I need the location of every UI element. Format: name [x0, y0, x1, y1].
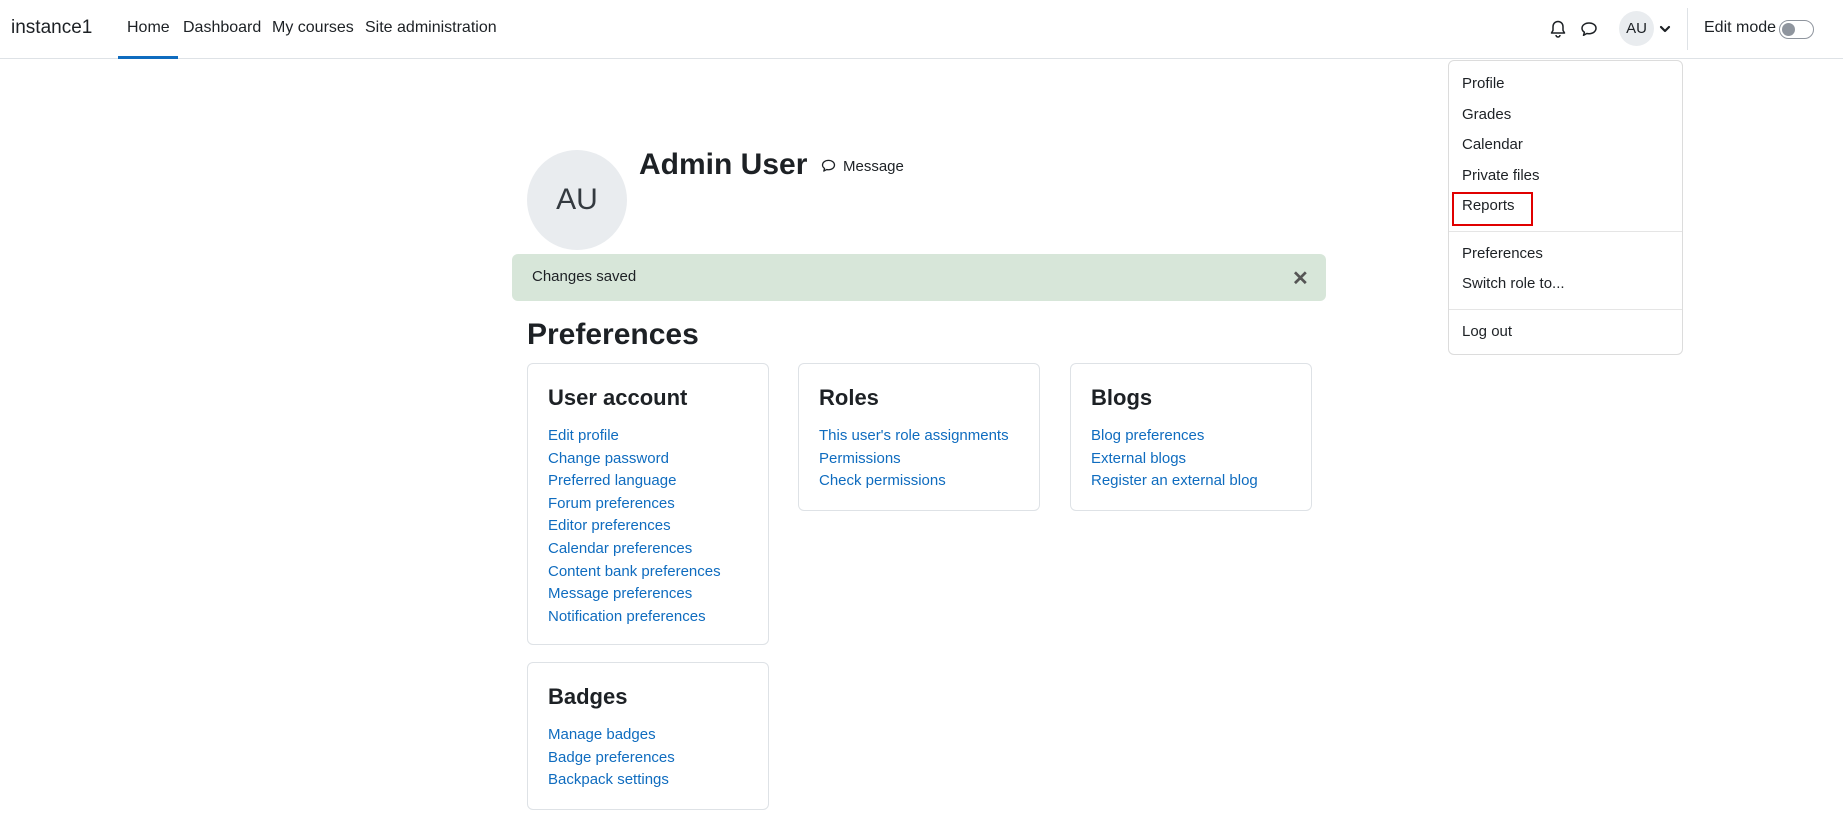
link-content-bank-preferences[interactable]: Content bank preferences: [548, 561, 721, 584]
card-title: Blogs: [1091, 385, 1153, 410]
card-title: Badges: [548, 684, 628, 709]
profile-user-name: Admin User: [639, 148, 808, 181]
menu-item-private-files[interactable]: Private files: [1462, 167, 1540, 184]
nav-home[interactable]: Home: [118, 19, 178, 59]
site-brand[interactable]: instance1: [11, 17, 92, 39]
toggle-knob: [1782, 23, 1795, 36]
link-calendar-preferences[interactable]: Calendar preferences: [548, 538, 721, 561]
nav-my-courses[interactable]: My courses: [272, 19, 354, 37]
top-navbar: instance1 Home Dashboard My courses Site…: [0, 0, 1843, 59]
message-button[interactable]: Message: [820, 158, 904, 175]
card-title: Roles: [819, 385, 879, 410]
link-preferred-language[interactable]: Preferred language: [548, 470, 721, 493]
card-user-account: User account Edit profile Change passwor…: [527, 363, 769, 645]
link-edit-profile[interactable]: Edit profile: [548, 425, 721, 448]
link-manage-badges[interactable]: Manage badges: [548, 724, 675, 747]
close-icon[interactable]: ✕: [1292, 266, 1309, 291]
profile-avatar: AU: [527, 150, 627, 250]
link-change-password[interactable]: Change password: [548, 448, 721, 471]
user-menu-dropdown: Profile Grades Calendar Private files Re…: [1448, 60, 1683, 355]
link-register-external-blog[interactable]: Register an external blog: [1091, 470, 1258, 493]
card-roles: Roles This user's role assignments Permi…: [798, 363, 1040, 511]
bell-icon[interactable]: [1548, 19, 1568, 39]
link-permissions[interactable]: Permissions: [819, 448, 1009, 471]
user-avatar-button[interactable]: AU: [1619, 11, 1654, 46]
menu-item-preferences[interactable]: Preferences: [1462, 245, 1543, 262]
success-alert: Changes saved ✕: [512, 254, 1326, 301]
menu-item-switch-role[interactable]: Switch role to...: [1462, 275, 1565, 292]
link-external-blogs[interactable]: External blogs: [1091, 448, 1258, 471]
edit-mode-label: Edit mode: [1704, 19, 1777, 36]
message-bubble-icon: [821, 159, 836, 172]
menu-divider: [1449, 231, 1682, 232]
link-blog-preferences[interactable]: Blog preferences: [1091, 425, 1258, 448]
link-message-preferences[interactable]: Message preferences: [548, 583, 721, 606]
chevron-down-icon[interactable]: [1658, 22, 1672, 36]
link-check-permissions[interactable]: Check permissions: [819, 470, 1009, 493]
edit-mode-toggle[interactable]: [1779, 20, 1814, 39]
menu-item-calendar[interactable]: Calendar: [1462, 136, 1523, 153]
menu-item-log-out[interactable]: Log out: [1462, 323, 1512, 340]
navbar-divider: [1687, 8, 1688, 50]
alert-message: Changes saved: [532, 268, 637, 285]
link-forum-preferences[interactable]: Forum preferences: [548, 493, 721, 516]
nav-site-administration[interactable]: Site administration: [365, 19, 497, 37]
link-backpack-settings[interactable]: Backpack settings: [548, 769, 675, 792]
message-label: Message: [843, 158, 904, 175]
card-blogs: Blogs Blog preferences External blogs Re…: [1070, 363, 1312, 511]
link-notification-preferences[interactable]: Notification preferences: [548, 606, 721, 629]
reports-highlight-box: [1452, 192, 1533, 226]
link-badge-preferences[interactable]: Badge preferences: [548, 747, 675, 770]
menu-divider: [1449, 309, 1682, 310]
menu-item-profile[interactable]: Profile: [1462, 75, 1505, 92]
card-badges: Badges Manage badges Badge preferences B…: [527, 662, 769, 810]
link-role-assignments[interactable]: This user's role assignments: [819, 425, 1009, 448]
page-title: Preferences: [527, 318, 699, 351]
nav-dashboard[interactable]: Dashboard: [183, 19, 261, 37]
card-title: User account: [548, 385, 688, 410]
messages-icon[interactable]: [1579, 19, 1599, 39]
link-editor-preferences[interactable]: Editor preferences: [548, 515, 721, 538]
menu-item-grades[interactable]: Grades: [1462, 106, 1511, 123]
